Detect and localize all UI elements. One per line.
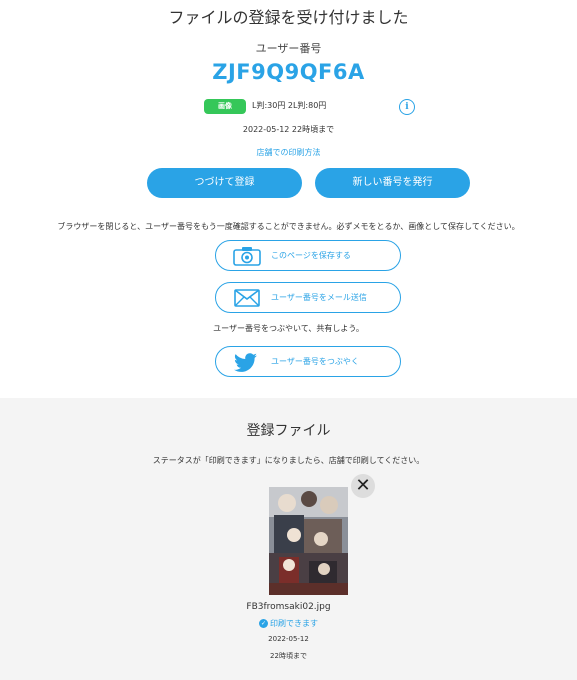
page-title: ファイルの登録を受け付けました [168,8,409,27]
user-number-label: ユーザー番号 [255,42,322,55]
email-label: ユーザー番号をメール送信 [271,293,367,302]
tweet-label: ユーザー番号をつぶやく [271,357,359,366]
registered-files-title: 登録ファイル [246,423,331,439]
save-page-button[interactable]: このページを保存する [215,240,401,271]
print-price-text: L判:30円 2L判:80円 [252,101,327,110]
file-status: ✓ 印刷できます [0,618,577,629]
twitter-bird-icon [234,353,257,372]
file-deadline-time: 22時頃まで [270,652,307,660]
mail-icon [234,289,260,307]
save-page-label: このページを保存する [271,251,351,260]
continue-register-button[interactable]: つづけて登録 [147,168,302,198]
share-note-text: ユーザー番号をつぶやいて、共有しよう。 [213,324,364,333]
email-user-number-button[interactable]: ユーザー番号をメール送信 [215,282,401,313]
remove-file-button[interactable]: ✕ [351,474,375,498]
save-warning-text: ブラウザーを閉じると、ユーザー番号をもう一度確認することができません。必ずメモを… [57,222,520,231]
close-icon: ✕ [355,475,371,496]
new-number-button[interactable]: 新しい番号を発行 [315,168,470,198]
check-icon: ✓ [259,619,268,628]
tweet-user-number-button[interactable]: ユーザー番号をつぶやく [215,346,401,377]
file-name: FB3fromsaki02.jpg [246,602,331,612]
file-type-badge: 画像 [204,99,246,114]
deadline-text: 2022-05-12 22時頃まで [242,125,335,134]
user-number-code: ZJF9Q9QF6A [212,60,365,84]
file-thumbnail [269,487,348,595]
file-status-label: 印刷できます [270,619,318,628]
camera-icon [233,247,261,266]
status-note-text: ステータスが「印刷できます」になりましたら、店舗で印刷してください。 [152,456,425,465]
info-icon[interactable]: i [399,99,415,115]
store-print-howto-link[interactable]: 店舗での印刷方法 [0,147,577,158]
file-date: 2022-05-12 [268,635,309,643]
